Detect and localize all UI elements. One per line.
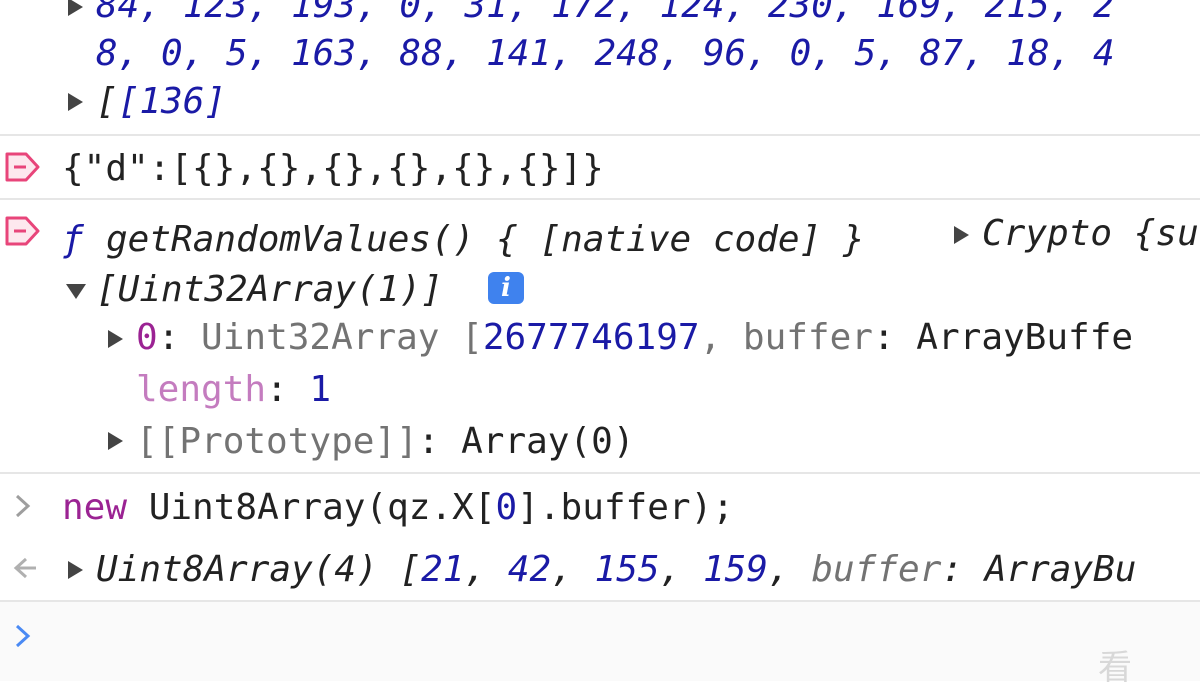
array-tail-index[interactable]: [136] — [118, 81, 226, 122]
output-chevron-icon — [13, 557, 36, 579]
console-message-function: ƒ getRandomValues() { [native code] } Cr… — [0, 200, 1200, 472]
watermark: 看 — [1098, 648, 1132, 688]
console-message-json: {"d":[{},{},{},{},{},{}]} — [0, 136, 1200, 198]
collapse-arrow-icon[interactable] — [66, 284, 86, 299]
input-chevron-icon — [15, 494, 31, 518]
json-output-text: {"d":[{},{},{},{},{},{}]} — [62, 148, 604, 189]
log-arrow-icon — [5, 152, 40, 182]
log-arrow-icon — [5, 216, 40, 246]
expand-arrow-icon[interactable] — [68, 561, 83, 579]
console-prompt-input[interactable] — [0, 602, 1200, 681]
info-icon[interactable]: i — [488, 272, 524, 304]
console-input-command: new Uint8Array(qz.X[0].buffer); — [0, 474, 1200, 538]
console-result: Uint8Array(4) [21, 42, 155, 159, buffer:… — [0, 538, 1200, 600]
crypto-object[interactable]: Crypto {su — [982, 214, 1199, 254]
expanded-array-label[interactable]: [Uint32Array(1)] — [96, 270, 443, 310]
length-property: length: 1 — [136, 369, 332, 410]
function-keyword: ƒ — [62, 219, 84, 260]
function-signature[interactable]: getRandomValues() { [native code] } — [106, 220, 865, 260]
expand-arrow-icon[interactable] — [68, 93, 83, 111]
array-values-line-2: 8, 0, 5, 163, 88, 141, 248, 96, 0, 5, 87… — [96, 33, 1115, 74]
devtools-console: 84, 123, 193, 0, 31, 172, 124, 230, 169,… — [0, 0, 1200, 688]
expand-arrow-icon[interactable] — [108, 330, 123, 348]
expand-arrow-icon[interactable] — [108, 432, 123, 450]
array-values-line-1: 84, 123, 193, 0, 31, 172, 124, 230, 169,… — [96, 0, 1115, 26]
expand-arrow-icon[interactable] — [954, 226, 969, 244]
prototype-property[interactable]: [[Prototype]]: Array(0) — [136, 422, 635, 462]
expand-arrow-icon[interactable] — [68, 0, 83, 16]
prompt-chevron-icon — [15, 624, 31, 648]
command-text: new Uint8Array(qz.X[0].buffer); — [62, 487, 734, 528]
result-value[interactable]: Uint8Array(4) [21, 42, 155, 159, buffer:… — [96, 550, 1136, 590]
console-message-array: 84, 123, 193, 0, 31, 172, 124, 230, 169,… — [0, 0, 1200, 134]
array-item-0[interactable]: 0: Uint32Array [2677746197, buffer: Arra… — [136, 318, 1133, 358]
